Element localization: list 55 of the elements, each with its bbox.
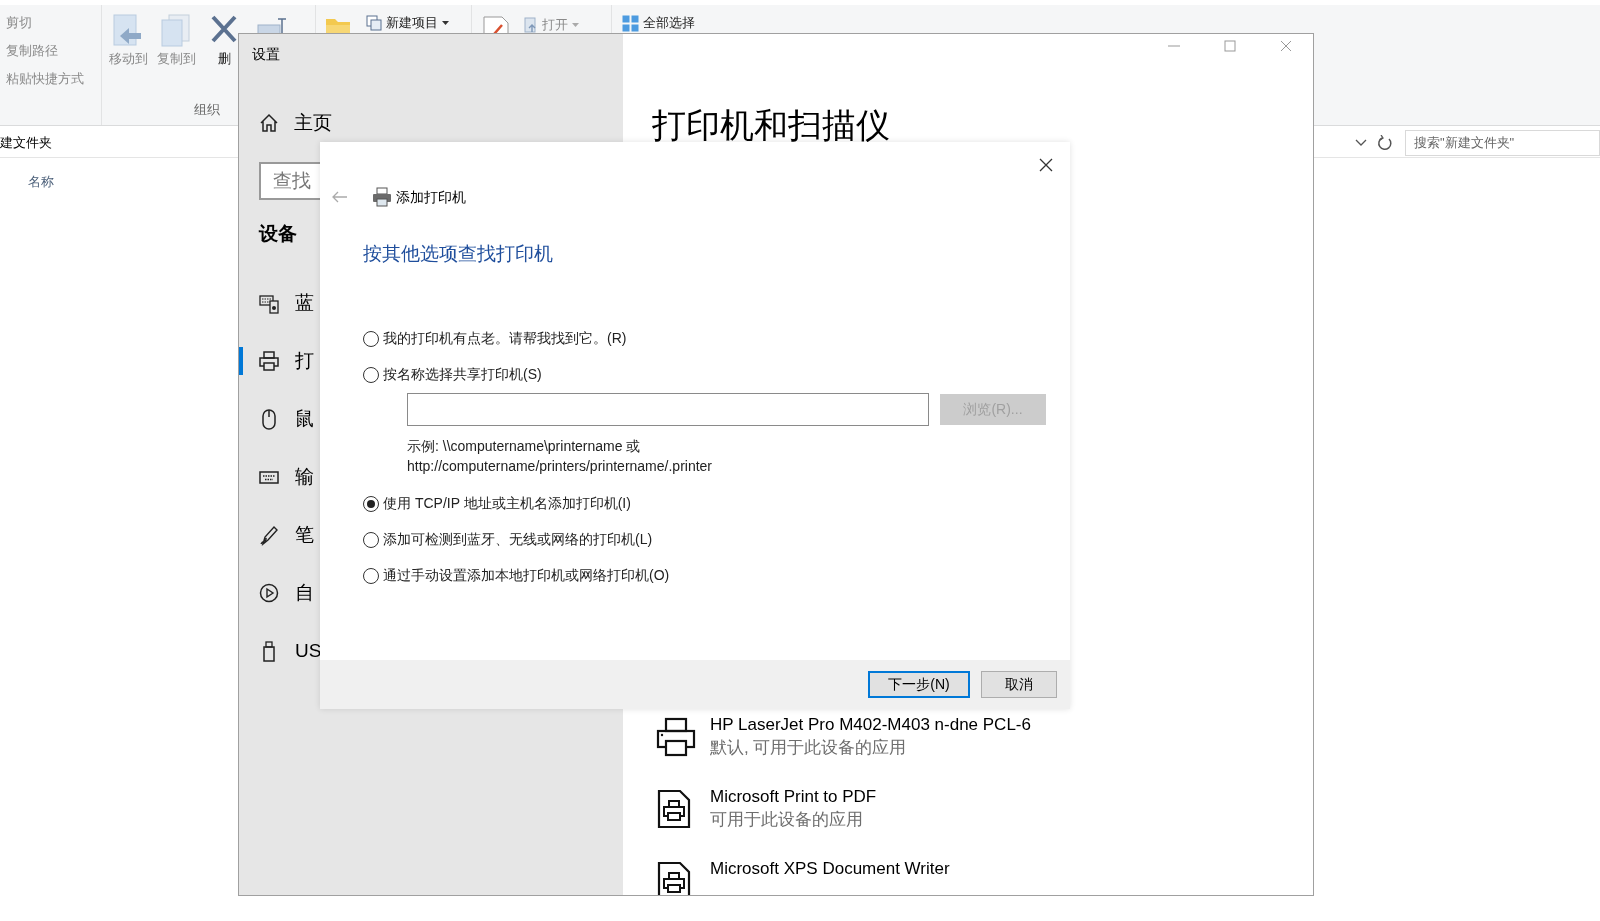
- radio-button[interactable]: [363, 330, 379, 347]
- option-label[interactable]: 添加可检测到蓝牙、无线或网络的打印机(L): [383, 529, 653, 550]
- printer-status: 可用于此设备的应用: [710, 809, 864, 832]
- group-label: 组织: [192, 100, 221, 119]
- section-heading: 设备: [259, 223, 297, 244]
- new-item-button[interactable]: 新建项目: [366, 13, 449, 33]
- printer-status: 默认, 可用于此设备的应用: [710, 737, 908, 760]
- printer-icon: [656, 717, 696, 758]
- printer-icon: [372, 187, 392, 207]
- page-heading: 打印机和扫描仪: [652, 106, 890, 144]
- next-button[interactable]: 下一步(N): [868, 671, 970, 698]
- dialog-heading: 按其他选项查找打印机: [363, 243, 553, 264]
- radio-button[interactable]: [363, 531, 379, 548]
- home-link[interactable]: 主页: [294, 108, 332, 138]
- option-label[interactable]: 使用 TCP/IP 地址或主机名添加打印机(I): [383, 493, 631, 514]
- printer-name[interactable]: HP LaserJet Pro M402-M403 n-dne PCL-6: [710, 713, 1031, 737]
- radio-button[interactable]: [363, 495, 379, 512]
- nav-item[interactable]: 输: [239, 448, 320, 506]
- example-text: http://computername/printers/printername/.printer: [407, 456, 713, 476]
- nav-item[interactable]: 蓝: [239, 274, 320, 332]
- play-circle-icon: [259, 582, 279, 604]
- window-title: 设置: [252, 46, 280, 62]
- devices-icon: [259, 292, 279, 314]
- select-all-button[interactable]: 全部选择: [622, 13, 695, 33]
- printer-name[interactable]: Microsoft Print to PDF: [710, 785, 877, 809]
- caret-icon: [442, 20, 449, 26]
- nav-item[interactable]: 自: [239, 564, 320, 622]
- mouse-icon: [259, 408, 279, 430]
- copy-icon: [159, 13, 193, 49]
- ribbon-button[interactable]: 删: [210, 13, 238, 69]
- example-text: 示例: \\computername\printername 或: [407, 436, 641, 456]
- search-field[interactable]: 搜索"新建文件夹": [1405, 129, 1600, 156]
- nav-item[interactable]: 笔: [239, 506, 320, 564]
- option-label[interactable]: 按名称选择共享打印机(S): [383, 364, 542, 385]
- printer-name-field[interactable]: [407, 392, 929, 426]
- grid-icon: [622, 14, 639, 32]
- nav-item[interactable]: US: [239, 622, 328, 680]
- nav-item[interactable]: 打: [239, 332, 320, 390]
- pen-icon: [259, 524, 279, 546]
- home-icon: [259, 113, 279, 133]
- option-label[interactable]: 通过手动设置添加本地打印机或网络打印机(O): [383, 565, 670, 586]
- printer-name[interactable]: Microsoft XPS Document Writer: [710, 857, 950, 881]
- nav-item[interactable]: 鼠: [239, 390, 320, 448]
- chevron-down-icon: [1355, 138, 1367, 147]
- option-label[interactable]: 我的打印机有点老。请帮我找到它。(R): [383, 328, 627, 349]
- caret-icon: [572, 22, 579, 28]
- cancel-button[interactable]: 取消: [981, 671, 1057, 698]
- address-path[interactable]: 建文件夹: [0, 132, 52, 153]
- column-header[interactable]: 名称: [0, 158, 54, 192]
- printer-icon: [259, 350, 279, 372]
- refresh-icon: [1377, 134, 1393, 151]
- dialog-title: 添加打印机: [396, 187, 466, 207]
- new-item-icon: [366, 15, 382, 31]
- radio-button[interactable]: [363, 366, 379, 383]
- radio-button[interactable]: [363, 567, 379, 584]
